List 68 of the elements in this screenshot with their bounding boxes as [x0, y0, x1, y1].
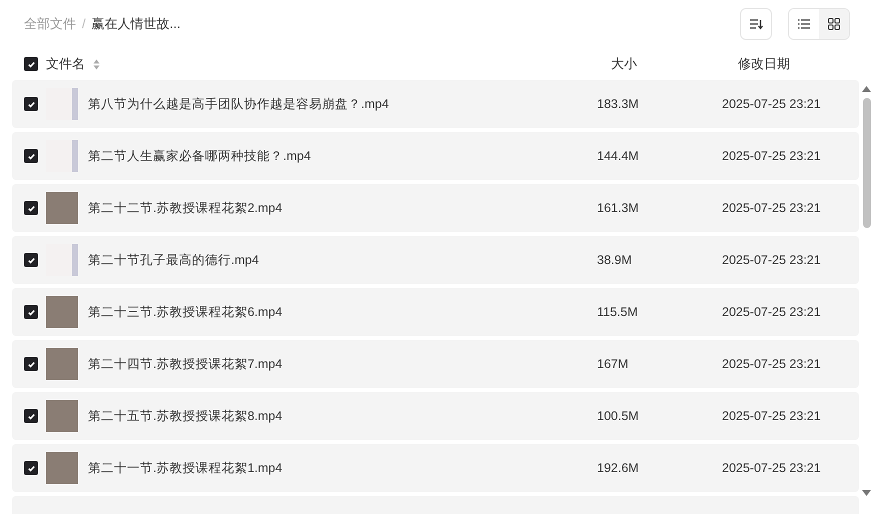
checkmark-icon: [26, 152, 36, 160]
grid-icon: [828, 18, 840, 30]
column-header[interactable]: 修改日期: [738, 54, 790, 74]
file-size: 144.4M: [597, 148, 640, 165]
checkbox[interactable]: [24, 305, 38, 319]
breadcrumb-link[interactable]: 赢在人情世故...: [92, 14, 180, 34]
video-thumbnail: [46, 348, 78, 380]
video-thumbnail: [46, 400, 78, 432]
breadcrumb-separator: /: [82, 15, 86, 34]
video-thumbnail: [46, 192, 78, 224]
checkbox[interactable]: [24, 149, 38, 163]
video-thumbnail: [46, 296, 78, 328]
file-row[interactable]: 第二十一节.苏教授课程花絮1.mp4 192.6M 2025-07-25 23:21: [12, 444, 859, 492]
file-name: 第二十一节.苏教授课程花絮1.mp4: [88, 460, 284, 477]
checkbox[interactable]: [24, 357, 38, 371]
file-row[interactable]: 第二十三节.苏教授课程花絮6.mp4 115.5M 2025-07-25 23:21: [12, 288, 859, 336]
file-size: 38.9M: [597, 252, 633, 269]
file-name: 第二十四节.苏教授授课花絮7.mp4: [88, 356, 284, 373]
checkmark-icon: [26, 60, 36, 68]
modified-date: 2025-07-25 23:21: [722, 408, 821, 425]
file-row[interactable]: 第二十节孔子最高的德行.mp4 38.9M 2025-07-25 23:21: [12, 236, 859, 284]
file-size: 115.5M: [597, 304, 639, 321]
checkmark-icon: [26, 204, 36, 212]
file-name: 第二十五节.苏教授授课花絮8.mp4: [88, 408, 284, 425]
file-name: 第二十三节.苏教授课程花絮6.mp4: [88, 304, 284, 321]
modified-date: 2025-07-25 23:21: [722, 252, 821, 269]
modified-date: 2025-07-25 23:21: [722, 304, 821, 321]
checkmark-icon: [26, 360, 36, 368]
file-size: 100.5M: [597, 408, 640, 425]
column-header[interactable]: 文件名: [46, 54, 85, 74]
modified-date: 2025-07-25 23:21: [722, 148, 821, 165]
sort-button[interactable]: [740, 8, 772, 40]
file-row[interactable]: 第二十四节.苏教授授课花絮7.mp4 167M 2025-07-25 23:21: [12, 340, 859, 388]
modified-date: 2025-07-25 23:21: [722, 200, 821, 217]
file-row[interactable]: 第二十二节.苏教授课程花絮2.mp4 161.3M 2025-07-25 23:21: [12, 184, 859, 232]
scroll-up-arrow-icon[interactable]: [862, 86, 871, 92]
checkbox[interactable]: [24, 253, 38, 267]
checkmark-icon: [26, 412, 36, 420]
column-header[interactable]: 大小: [611, 54, 738, 74]
file-size: 167M: [597, 356, 630, 373]
checkbox[interactable]: [24, 201, 38, 215]
modified-date: 2025-07-25 23:21: [722, 96, 821, 113]
list-icon: [798, 19, 810, 29]
modified-date: 2025-07-25 23:21: [722, 356, 821, 373]
video-thumbnail: [46, 452, 78, 484]
checkmark-icon: [26, 464, 36, 472]
checkmark-icon: [26, 256, 36, 264]
file-size: 183.3M: [597, 96, 640, 113]
grid-view-button[interactable]: [819, 9, 849, 39]
modified-date: 2025-07-25 23:21: [722, 460, 821, 477]
scrollbar-thumb[interactable]: [862, 98, 870, 228]
checkmark-icon: [26, 308, 36, 316]
checkbox[interactable]: [24, 461, 38, 475]
file-name: 第二十节孔子最高的德行.mp4: [88, 252, 260, 269]
file-size: 192.6M: [597, 460, 640, 477]
sort-icon: [749, 18, 763, 30]
file-name: 第二节人生赢家必备哪两种技能？.mp4: [88, 148, 312, 165]
file-row[interactable]: 第二节人生赢家必备哪两种技能？.mp4 144.4M 2025-07-25 23:21: [12, 132, 859, 180]
file-size: 161.3M: [597, 200, 640, 217]
checkmark-icon: [26, 100, 36, 108]
checkbox[interactable]: [24, 97, 38, 111]
checkbox[interactable]: [24, 409, 38, 423]
file-name: 第二十二节.苏教授课程花絮2.mp4: [88, 200, 284, 217]
file-name: 第八节为什么越是高手团队协作越是容易崩盘？.mp4: [88, 96, 390, 113]
file-row[interactable]: 第二十五节.苏教授授课花絮8.mp4 100.5M 2025-07-25 23:21: [12, 392, 859, 440]
scroll-down-arrow-icon[interactable]: [862, 490, 871, 496]
checkbox[interactable]: [24, 57, 38, 71]
file-row[interactable]: 第八节为什么越是高手团队协作越是容易崩盘？.mp4 183.3M 2025-07-25 23:21: [12, 80, 859, 128]
